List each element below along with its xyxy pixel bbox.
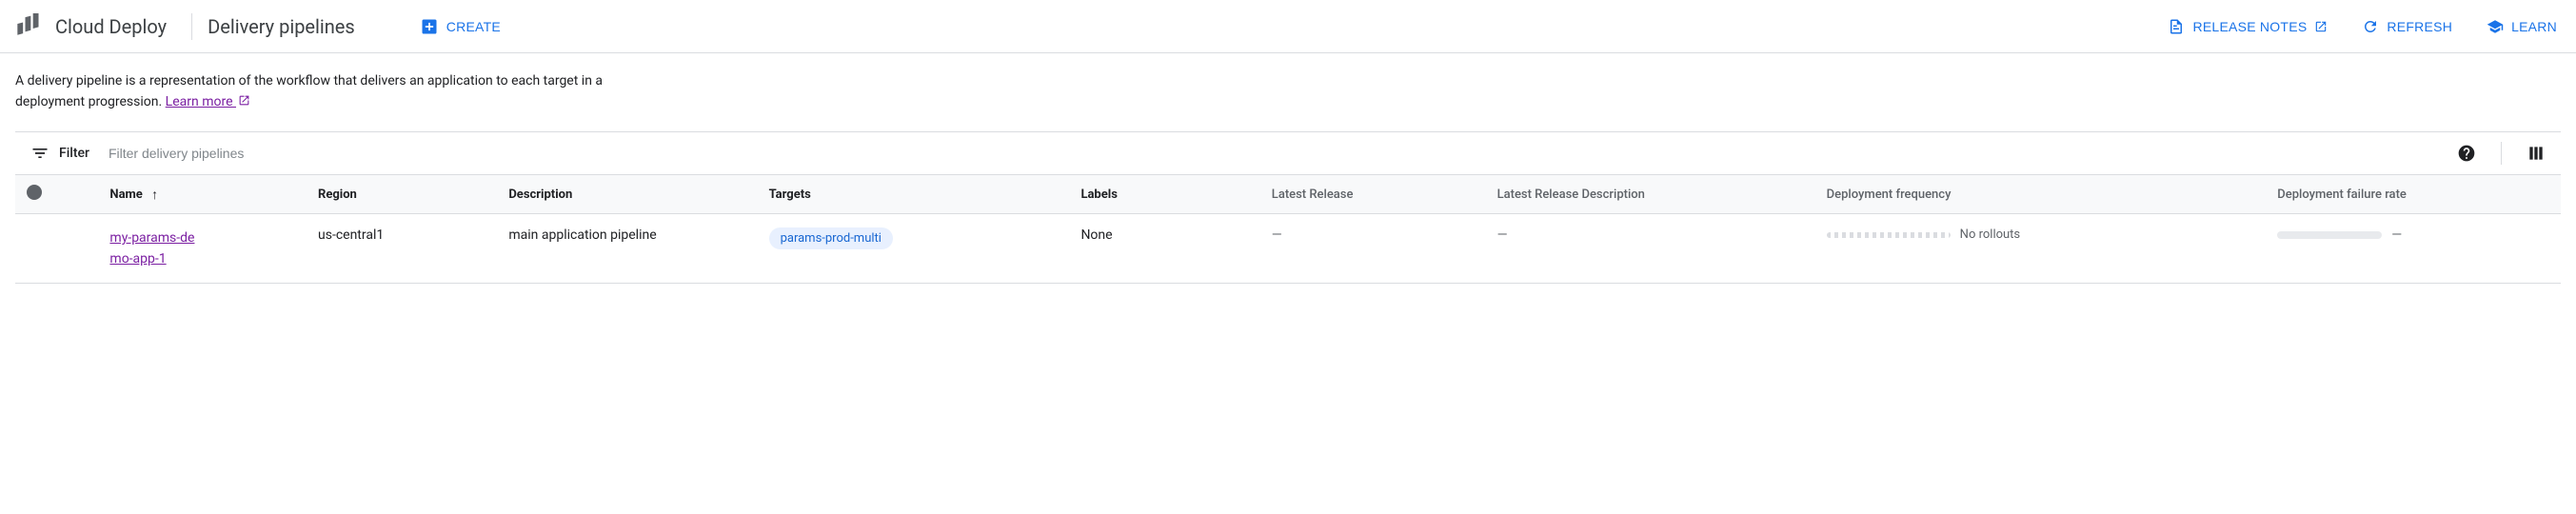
- release-notes-button[interactable]: RELEASE NOTES: [2164, 12, 2331, 41]
- column-targets[interactable]: Targets: [758, 175, 1070, 214]
- filter-label: Filter: [30, 144, 89, 163]
- filter-list-icon: [30, 144, 50, 163]
- region-cell: us-central1: [307, 214, 497, 284]
- column-description[interactable]: Description: [497, 175, 757, 214]
- column-latest-release[interactable]: Latest Release: [1260, 175, 1486, 214]
- frequency-sparkline: [1827, 232, 1951, 238]
- learn-more-link[interactable]: Learn more: [166, 94, 250, 109]
- add-box-icon: [420, 17, 439, 36]
- document-icon: [2168, 18, 2185, 35]
- row-select-cell[interactable]: [15, 214, 98, 284]
- graduation-cap-icon: [2487, 18, 2504, 35]
- refresh-icon: [2362, 18, 2379, 35]
- description-cell: main application pipeline: [497, 214, 757, 284]
- create-button[interactable]: CREATE: [416, 11, 505, 42]
- open-in-new-icon: [238, 94, 250, 107]
- open-in-new-icon: [2314, 20, 2328, 33]
- table-toolbar: [2457, 142, 2546, 165]
- select-all-circle[interactable]: [27, 185, 42, 200]
- table-row: my-params-demo-app-1 us-central1 main ap…: [15, 214, 2561, 284]
- learn-button[interactable]: LEARN: [2483, 12, 2561, 41]
- app-header: Cloud Deploy Delivery pipelines CREATE R…: [0, 0, 2576, 53]
- latest-release-desc-cell: —: [1486, 214, 1815, 284]
- targets-cell: params-prod-multi: [758, 214, 1070, 284]
- deploy-frequency-cell: No rollouts: [1815, 214, 2267, 284]
- logo-area: Cloud Deploy: [15, 13, 186, 40]
- view-columns-icon[interactable]: [2526, 144, 2546, 163]
- column-select[interactable]: [15, 175, 98, 214]
- column-region[interactable]: Region: [307, 175, 497, 214]
- column-deploy-frequency[interactable]: Deployment frequency: [1815, 175, 2267, 214]
- product-name: Cloud Deploy: [55, 15, 167, 38]
- sort-asc-icon: ↑: [151, 188, 158, 203]
- deploy-failure-cell: —: [2266, 214, 2561, 284]
- column-latest-release-desc[interactable]: Latest Release Description: [1486, 175, 1815, 214]
- filter-input[interactable]: [101, 142, 482, 165]
- toolbar-divider: [2501, 142, 2502, 165]
- header-actions: RELEASE NOTES REFRESH LEARN: [2164, 12, 2561, 41]
- target-chip[interactable]: params-prod-multi: [769, 227, 893, 249]
- labels-cell: None: [1069, 214, 1259, 284]
- page-title: Delivery pipelines: [204, 15, 355, 38]
- cloud-deploy-logo-icon: [15, 13, 42, 40]
- header-divider: [191, 13, 192, 40]
- help-icon[interactable]: [2457, 144, 2476, 163]
- filter-bar: Filter: [15, 131, 2561, 175]
- latest-release-cell: —: [1260, 214, 1486, 284]
- intro-text: A delivery pipeline is a representation …: [0, 53, 647, 124]
- column-labels[interactable]: Labels: [1069, 175, 1259, 214]
- failure-bar: [2277, 231, 2382, 239]
- column-deploy-failure[interactable]: Deployment failure rate: [2266, 175, 2561, 214]
- pipelines-table: Name ↑ Region Description Targets Labels…: [15, 175, 2561, 284]
- refresh-button[interactable]: REFRESH: [2358, 12, 2456, 41]
- column-name[interactable]: Name ↑: [98, 175, 307, 214]
- pipeline-name-link[interactable]: my-params-demo-app-1: [109, 227, 205, 269]
- table-header-row: Name ↑ Region Description Targets Labels…: [15, 175, 2561, 214]
